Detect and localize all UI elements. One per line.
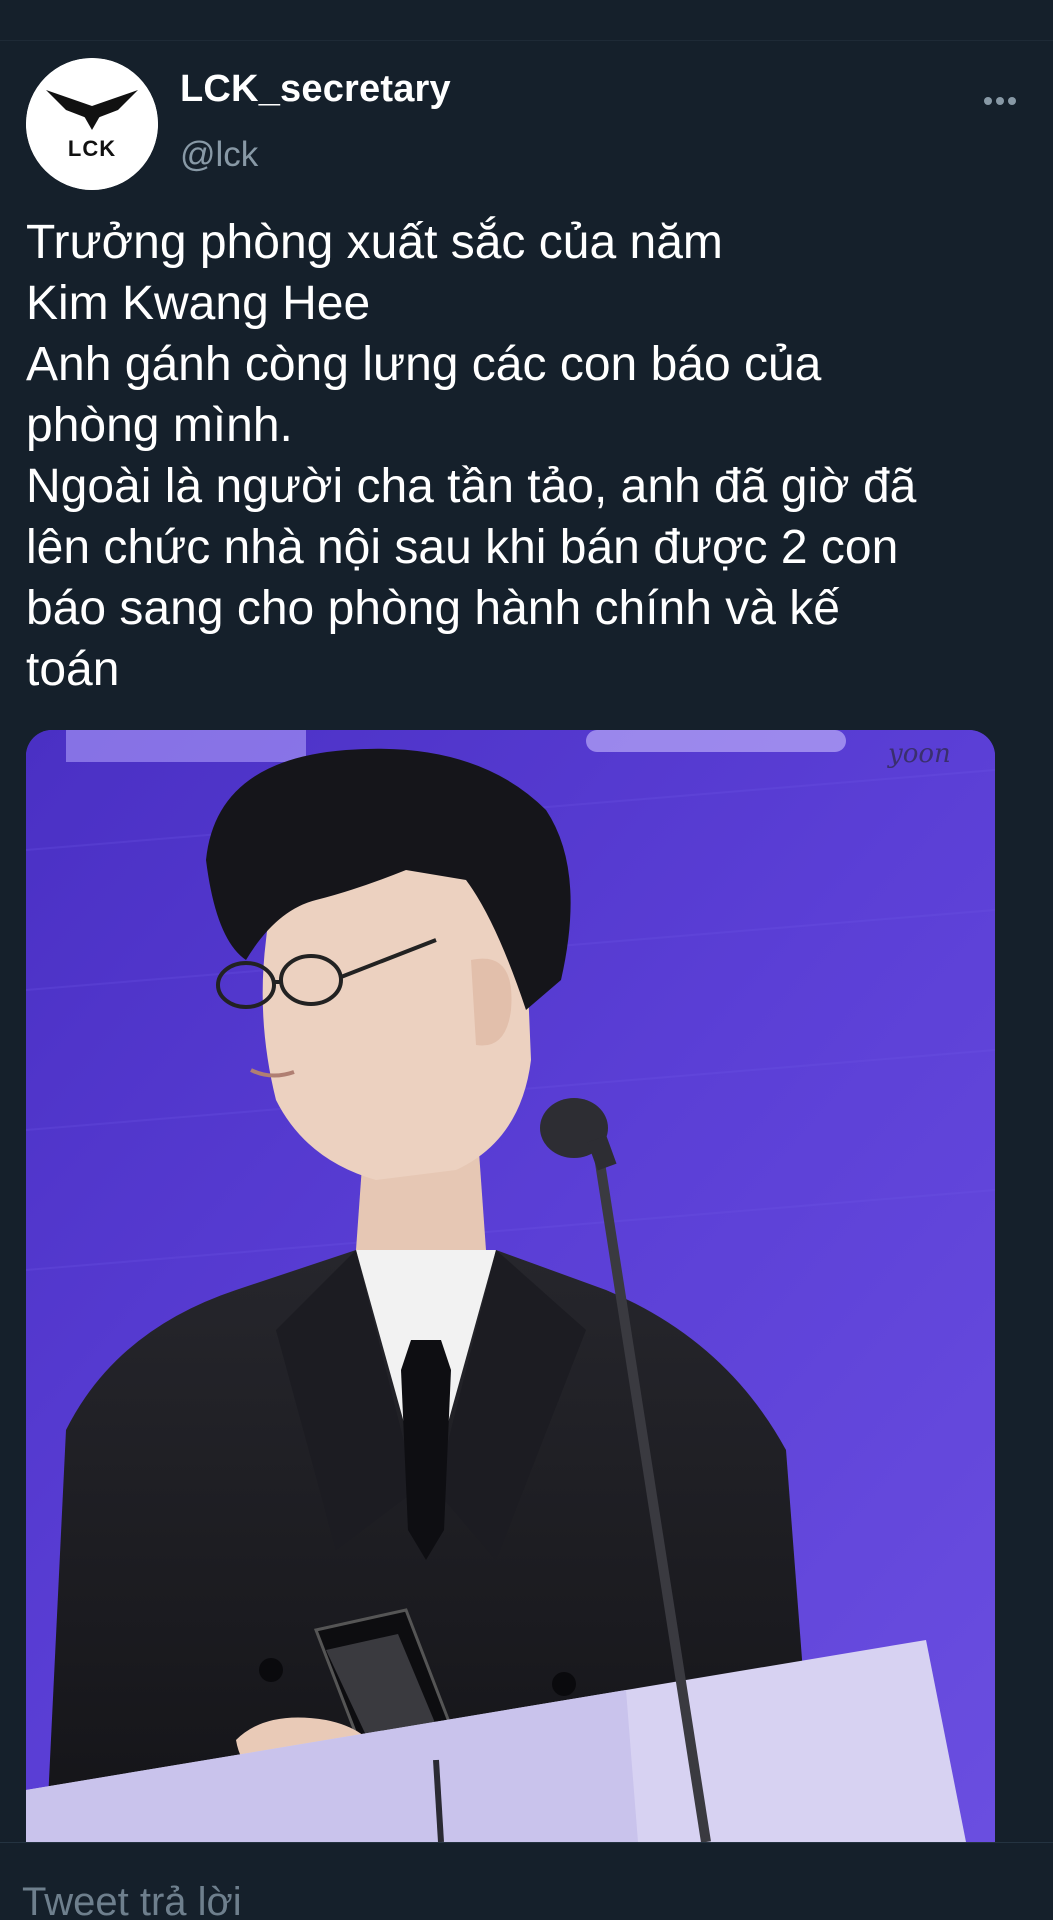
lck-logo-icon: LCK (26, 58, 158, 190)
tweet-text-line: Anh gánh còng lưng các con báo của (26, 338, 822, 391)
photo-illustration: yoon (26, 730, 995, 1842)
top-bar (0, 0, 1053, 41)
tweet-text-line: báo sang cho phòng hành chính và kế (26, 582, 840, 635)
tweet-text-line: lên chức nhà nội sau khi bán được 2 con (26, 521, 899, 574)
reply-input[interactable] (22, 1880, 1002, 1920)
author-display-name[interactable]: LCK_secretary (180, 68, 451, 111)
avatar[interactable]: LCK (26, 58, 158, 190)
more-button[interactable] (975, 86, 1025, 116)
tweet-text-line: phòng mình. (26, 399, 293, 452)
tweet-text-line: Trưởng phòng xuất sắc của năm (26, 216, 723, 269)
tweet-text: Trưởng phòng xuất sắc của năm Kim Kwang … (26, 212, 1031, 700)
tweet-text-line: Kim Kwang Hee (26, 277, 371, 330)
tweet-detail-screen: LCK LCK_secretary @lck Trưởng phòng xuất… (0, 0, 1053, 1920)
more-horizontal-icon (984, 97, 1016, 105)
tweet-text-line: toán (26, 643, 120, 696)
photo-watermark: yoon (887, 739, 951, 769)
tweet-text-line: Ngoài là người cha tần tảo, anh đã giờ đ… (26, 460, 917, 513)
avatar-logo-text: LCK (68, 136, 116, 161)
tweet-photo[interactable]: yoon (26, 730, 995, 1842)
author-handle[interactable]: @lck (180, 135, 258, 175)
